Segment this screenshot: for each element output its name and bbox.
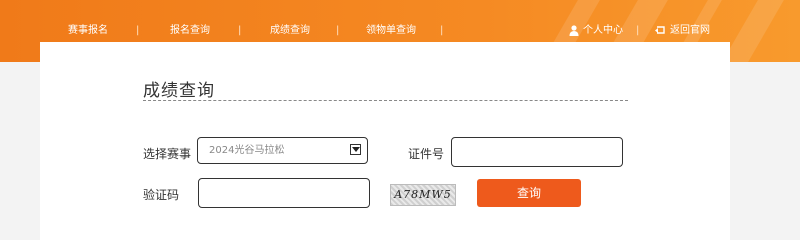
query-card: 成绩查询 选择赛事 2024光谷马拉松 证件号 验证码 A78MW5 查询	[40, 42, 730, 240]
event-label: 选择赛事	[143, 147, 192, 161]
nav-separator: |	[636, 25, 640, 36]
back-home-label: 返回官网	[670, 25, 710, 36]
chevron-down-icon[interactable]	[350, 144, 361, 155]
back-home-link[interactable]: 返回官网	[654, 23, 710, 39]
id-number-input[interactable]	[451, 137, 623, 167]
nav-item-score-query[interactable]: 成绩查询	[270, 23, 310, 39]
user-center-link[interactable]: 个人中心	[569, 23, 623, 39]
nav-separator: |	[440, 25, 444, 36]
title-divider	[143, 100, 628, 101]
back-icon	[655, 26, 665, 34]
captcha-image[interactable]: A78MW5	[390, 184, 456, 206]
nav-item-pickup-query[interactable]: 领物单查询	[366, 23, 416, 39]
nav-item-registration-query[interactable]: 报名查询	[170, 23, 210, 39]
page-title: 成绩查询	[143, 81, 215, 101]
captcha-input[interactable]	[198, 178, 370, 208]
id-number-label: 证件号	[408, 147, 445, 161]
user-center-label: 个人中心	[583, 25, 623, 36]
nav-item-registration[interactable]: 赛事报名	[68, 23, 108, 39]
nav-separator: |	[238, 25, 242, 36]
query-button[interactable]: 查询	[477, 179, 581, 207]
nav-separator: |	[336, 25, 340, 36]
event-select[interactable]: 2024光谷马拉松	[197, 137, 368, 164]
user-icon	[569, 24, 579, 36]
top-nav: 赛事报名 | 报名查询 | 成绩查询 | 领物单查询 | 个人中心 | 返回官网	[0, 23, 800, 39]
event-select-value: 2024光谷马拉松	[209, 145, 285, 156]
nav-separator: |	[136, 25, 140, 36]
captcha-label: 验证码	[143, 188, 180, 202]
